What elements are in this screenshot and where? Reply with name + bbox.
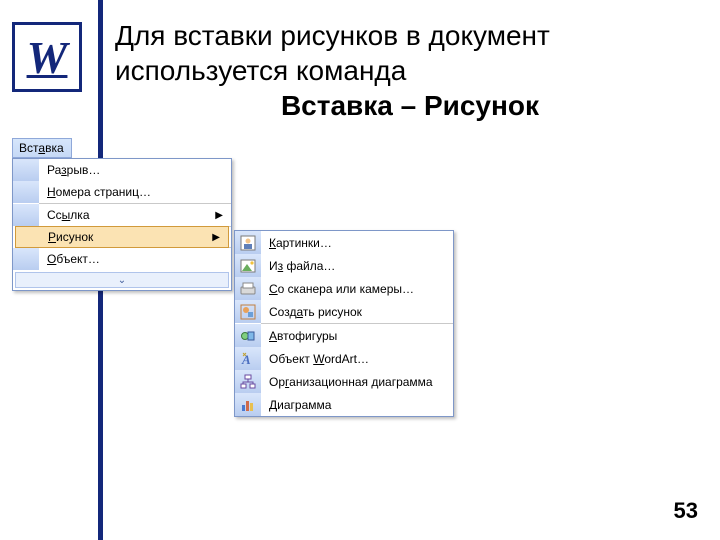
picture-submenu: Картинки… Из файла… Со сканера или камер… xyxy=(234,230,454,417)
submenu-item-wordart[interactable]: A Объект WordArt… xyxy=(235,347,453,370)
heading-line-1: Для вставки рисунков в документ xyxy=(115,18,705,53)
heading-line-2: используется команда xyxy=(115,53,705,88)
image-file-icon xyxy=(235,254,261,277)
page-number: 53 xyxy=(674,498,698,524)
wordart-icon: A xyxy=(235,347,261,370)
insert-menu: Разрыв… Номера страниц… Ссылка ▶ Рисунок… xyxy=(12,158,232,291)
slide-heading: Для вставки рисунков в документ использу… xyxy=(115,18,705,123)
heading-line-3: Вставка – Рисунок xyxy=(115,88,705,123)
menu-item-picture[interactable]: Рисунок ▶ xyxy=(15,226,229,248)
word-logo: W xyxy=(12,22,82,92)
org-chart-icon xyxy=(235,370,261,393)
menu-icon-placeholder xyxy=(13,159,39,181)
menu-expand-button[interactable]: ⌄ xyxy=(15,272,229,288)
drawing-icon xyxy=(235,300,261,323)
clipart-icon xyxy=(235,231,261,254)
submenu-item-from-file[interactable]: Из файла… xyxy=(235,254,453,277)
submenu-item-clipart[interactable]: Картинки… xyxy=(235,231,453,254)
scanner-icon xyxy=(235,277,261,300)
submenu-item-new-drawing[interactable]: Создать рисунок xyxy=(235,300,453,323)
chevron-down-icon: ⌄ xyxy=(118,275,126,286)
menu-item-reference[interactable]: Ссылка ▶ xyxy=(13,204,231,226)
autoshapes-icon xyxy=(235,324,261,347)
menu-icon-placeholder xyxy=(13,181,39,203)
menu-item-object[interactable]: Объект… xyxy=(13,248,231,270)
menu-button-insert[interactable]: Вставка xyxy=(12,138,72,158)
menu-item-page-numbers[interactable]: Номера страниц… xyxy=(13,181,231,203)
chart-icon xyxy=(235,393,261,416)
submenu-arrow-icon: ▶ xyxy=(212,232,228,243)
submenu-item-scanner[interactable]: Со сканера или камеры… xyxy=(235,277,453,300)
menu-area: Вставка Разрыв… Номера страниц… Ссылка ▶… xyxy=(12,138,232,291)
menu-icon-placeholder xyxy=(13,248,39,270)
svg-text:A: A xyxy=(241,352,251,367)
submenu-item-org-chart[interactable]: Организационная диаграмма xyxy=(235,370,453,393)
submenu-arrow-icon: ▶ xyxy=(215,210,231,221)
menu-icon-placeholder xyxy=(13,204,39,226)
submenu-item-chart[interactable]: Диаграмма xyxy=(235,393,453,416)
word-logo-letter: W xyxy=(27,31,68,84)
submenu-item-autoshapes[interactable]: Автофигуры xyxy=(235,324,453,347)
menu-item-break[interactable]: Разрыв… xyxy=(13,159,231,181)
menu-icon-placeholder xyxy=(16,227,40,247)
